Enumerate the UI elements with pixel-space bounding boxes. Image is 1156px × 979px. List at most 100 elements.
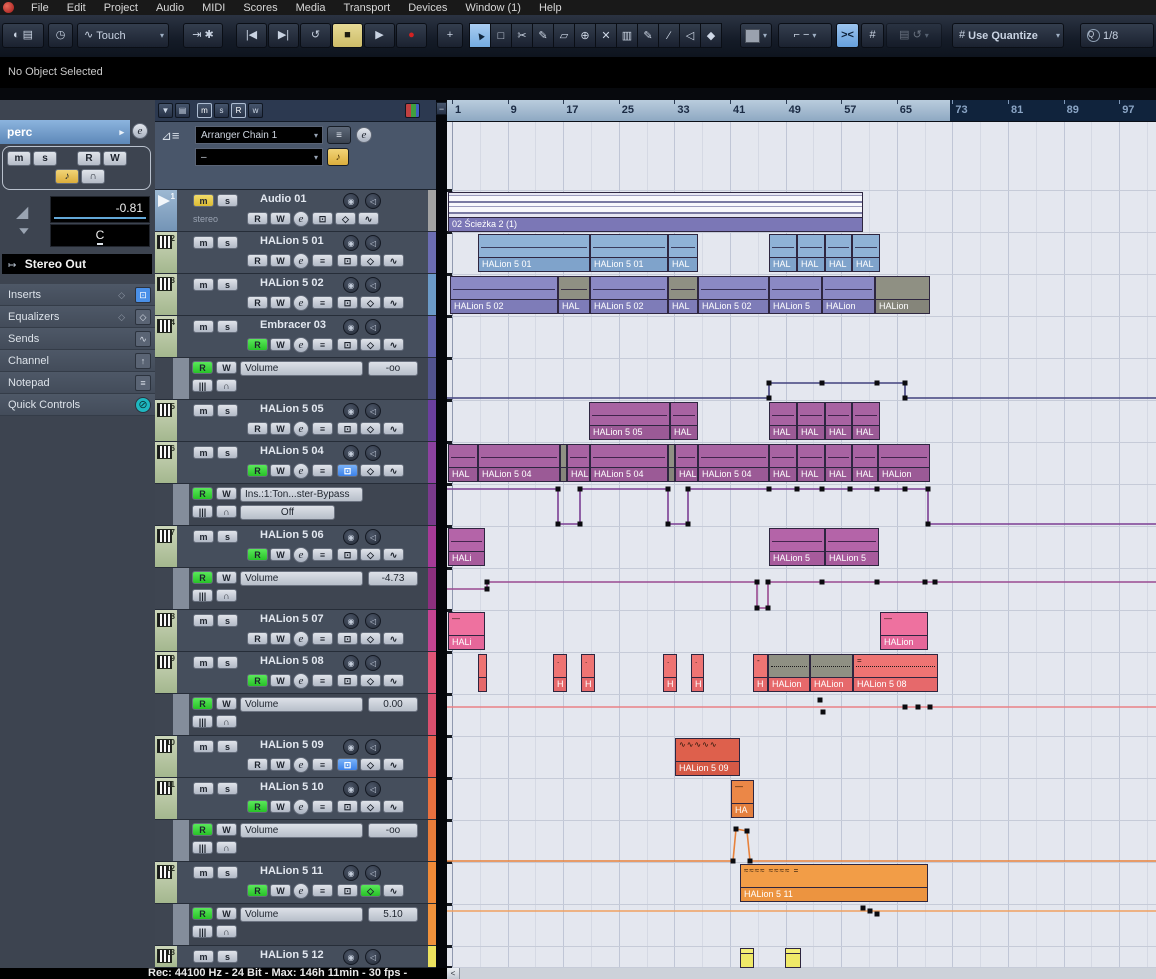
- write-all-button[interactable]: w: [248, 103, 263, 118]
- automation-parameter-field[interactable]: Volume: [240, 571, 363, 586]
- read-all-button[interactable]: R: [231, 103, 246, 118]
- automation-point[interactable]: [903, 487, 908, 492]
- monitor-button[interactable]: ◁: [365, 655, 381, 671]
- monitor-button[interactable]: ◁: [365, 949, 381, 965]
- menu-devices[interactable]: Devices: [399, 2, 456, 14]
- eq-bypass-button[interactable]: ◇: [360, 674, 381, 687]
- automation-point[interactable]: [848, 487, 853, 492]
- record-enable-button[interactable]: ◉: [343, 277, 359, 293]
- erase-tool[interactable]: ▱: [553, 23, 575, 48]
- automation-lane-row[interactable]: RWVolume5.10|||∩: [155, 904, 436, 946]
- lane-read-button[interactable]: R: [192, 823, 213, 836]
- arranger-chain-dropdown[interactable]: Arranger Chain 1 ▾: [195, 126, 323, 144]
- menu-transport[interactable]: Transport: [335, 2, 400, 14]
- lane-read-button[interactable]: R: [192, 571, 213, 584]
- track-solo-button[interactable]: s: [217, 236, 238, 249]
- goto-end-button[interactable]: ▶|: [268, 23, 299, 48]
- automation-point[interactable]: [820, 381, 825, 386]
- read-automation-button[interactable]: R: [77, 151, 101, 166]
- quantize-value-field[interactable]: Q 1/8: [1080, 23, 1154, 48]
- midi-insert-state-button[interactable]: ≡: [312, 884, 333, 897]
- track-mute-button[interactable]: m: [193, 278, 214, 291]
- menu-file[interactable]: File: [22, 2, 58, 14]
- mute-tool[interactable]: ✕: [595, 23, 617, 48]
- menu-media[interactable]: Media: [287, 2, 335, 14]
- automation-point[interactable]: [485, 587, 490, 592]
- sends-bypass-button[interactable]: ∿: [383, 296, 404, 309]
- menu-window-1-[interactable]: Window (1): [456, 2, 530, 14]
- edit-channel-button[interactable]: e: [293, 799, 309, 815]
- write-automation-button[interactable]: W: [270, 674, 291, 687]
- track-row[interactable]: 10msHALion 5 09◉◁RWe≡⊡◇∿: [155, 736, 436, 778]
- automation-point[interactable]: [666, 522, 671, 527]
- track-solo-button[interactable]: s: [217, 446, 238, 459]
- midi-insert-state-button[interactable]: ≡: [312, 674, 333, 687]
- automation-point[interactable]: [767, 396, 772, 401]
- edit-channel-button[interactable]: e: [293, 337, 309, 353]
- nudge-palette[interactable]: ⌐ − ▾: [778, 23, 832, 48]
- track-row[interactable]: 6msHALion 5 04◉◁RWe≡⊡◇∿: [155, 442, 436, 484]
- arranger-note-button[interactable]: ♪: [327, 148, 349, 166]
- track-solo-button[interactable]: s: [217, 782, 238, 795]
- read-automation-button[interactable]: R: [247, 674, 268, 687]
- automation-point[interactable]: [928, 705, 933, 710]
- send-icon[interactable]: ∿: [135, 331, 151, 347]
- monitor-button[interactable]: ◁: [365, 781, 381, 797]
- line-tool[interactable]: ∕: [658, 23, 680, 48]
- automation-value-field[interactable]: Off: [240, 505, 335, 520]
- automation-value-field[interactable]: 0.00: [368, 697, 418, 712]
- lane-lock-button[interactable]: ∩: [216, 379, 237, 392]
- automation-point[interactable]: [821, 710, 826, 715]
- edit-channel-button[interactable]: e: [293, 547, 309, 563]
- track-mute-button[interactable]: m: [193, 404, 214, 417]
- track-row[interactable]: 2msHALion 5 01◉◁RWe≡⊡◇∿: [155, 232, 436, 274]
- read-automation-button[interactable]: R: [247, 632, 268, 645]
- track-mute-button[interactable]: m: [193, 194, 214, 207]
- inspector-section-inserts[interactable]: Inserts◇⊡: [0, 284, 155, 306]
- read-automation-button[interactable]: R: [247, 254, 268, 267]
- automation-lane-row[interactable]: RWVolume0.00|||∩: [155, 694, 436, 736]
- automation-point[interactable]: [903, 705, 908, 710]
- automation-point[interactable]: [578, 487, 583, 492]
- write-automation-button[interactable]: W: [103, 151, 127, 166]
- midi-note-button[interactable]: ♪: [55, 169, 79, 184]
- lane-mute-button[interactable]: |||: [192, 589, 213, 602]
- inserts-bypass-button[interactable]: ⊡: [337, 338, 358, 351]
- play-button[interactable]: ▶: [364, 23, 395, 48]
- record-enable-button[interactable]: ◉: [343, 949, 359, 965]
- glue-tool[interactable]: ✎: [532, 23, 554, 48]
- monitor-button[interactable]: ◁: [365, 445, 381, 461]
- automation-point[interactable]: [556, 522, 561, 527]
- track-row[interactable]: 11msHALion 5 10◉◁RWe≡⊡◇∿: [155, 778, 436, 820]
- list-canvas-divider[interactable]: −: [436, 100, 447, 968]
- color-tool[interactable]: ◆: [700, 23, 722, 48]
- track-row[interactable]: 12msHALion 5 11◉◁RWe≡⊡◇∿: [155, 862, 436, 904]
- record-enable-button[interactable]: ◉: [343, 529, 359, 545]
- automation-point[interactable]: [820, 487, 825, 492]
- lane-mute-button[interactable]: |||: [192, 715, 213, 728]
- automation-point[interactable]: [903, 381, 908, 386]
- read-automation-button[interactable]: R: [247, 464, 268, 477]
- automation-value-field[interactable]: -4.73: [368, 571, 418, 586]
- sends-bypass-button[interactable]: ∿: [383, 338, 404, 351]
- automation-parameter-field[interactable]: Volume: [240, 823, 363, 838]
- automation-point[interactable]: [926, 487, 931, 492]
- solo-button[interactable]: s: [33, 151, 57, 166]
- track-solo-button[interactable]: s: [217, 614, 238, 627]
- sends-bypass-button[interactable]: ∿: [383, 758, 404, 771]
- midi-insert-state-button[interactable]: ≡: [312, 296, 333, 309]
- record-enable-button[interactable]: ◉: [343, 613, 359, 629]
- automation-point[interactable]: [485, 580, 490, 585]
- inspector-section-quick-controls[interactable]: Quick Controls⊘: [0, 394, 155, 416]
- midi-insert-state-button[interactable]: ≡: [312, 632, 333, 645]
- write-automation-button[interactable]: W: [270, 296, 291, 309]
- track-mute-button[interactable]: m: [193, 236, 214, 249]
- sends-bypass-button[interactable]: ∿: [383, 464, 404, 477]
- track-row[interactable]: 4msEmbracer 03◉◁RWe≡⊡◇∿: [155, 316, 436, 358]
- record-enable-button[interactable]: ◉: [343, 403, 359, 419]
- automation-point[interactable]: [795, 487, 800, 492]
- automation-curves[interactable]: [447, 122, 1156, 968]
- lane-read-button[interactable]: R: [192, 487, 213, 500]
- goto-start-button[interactable]: |◀: [236, 23, 267, 48]
- monitor-button[interactable]: ◁: [365, 235, 381, 251]
